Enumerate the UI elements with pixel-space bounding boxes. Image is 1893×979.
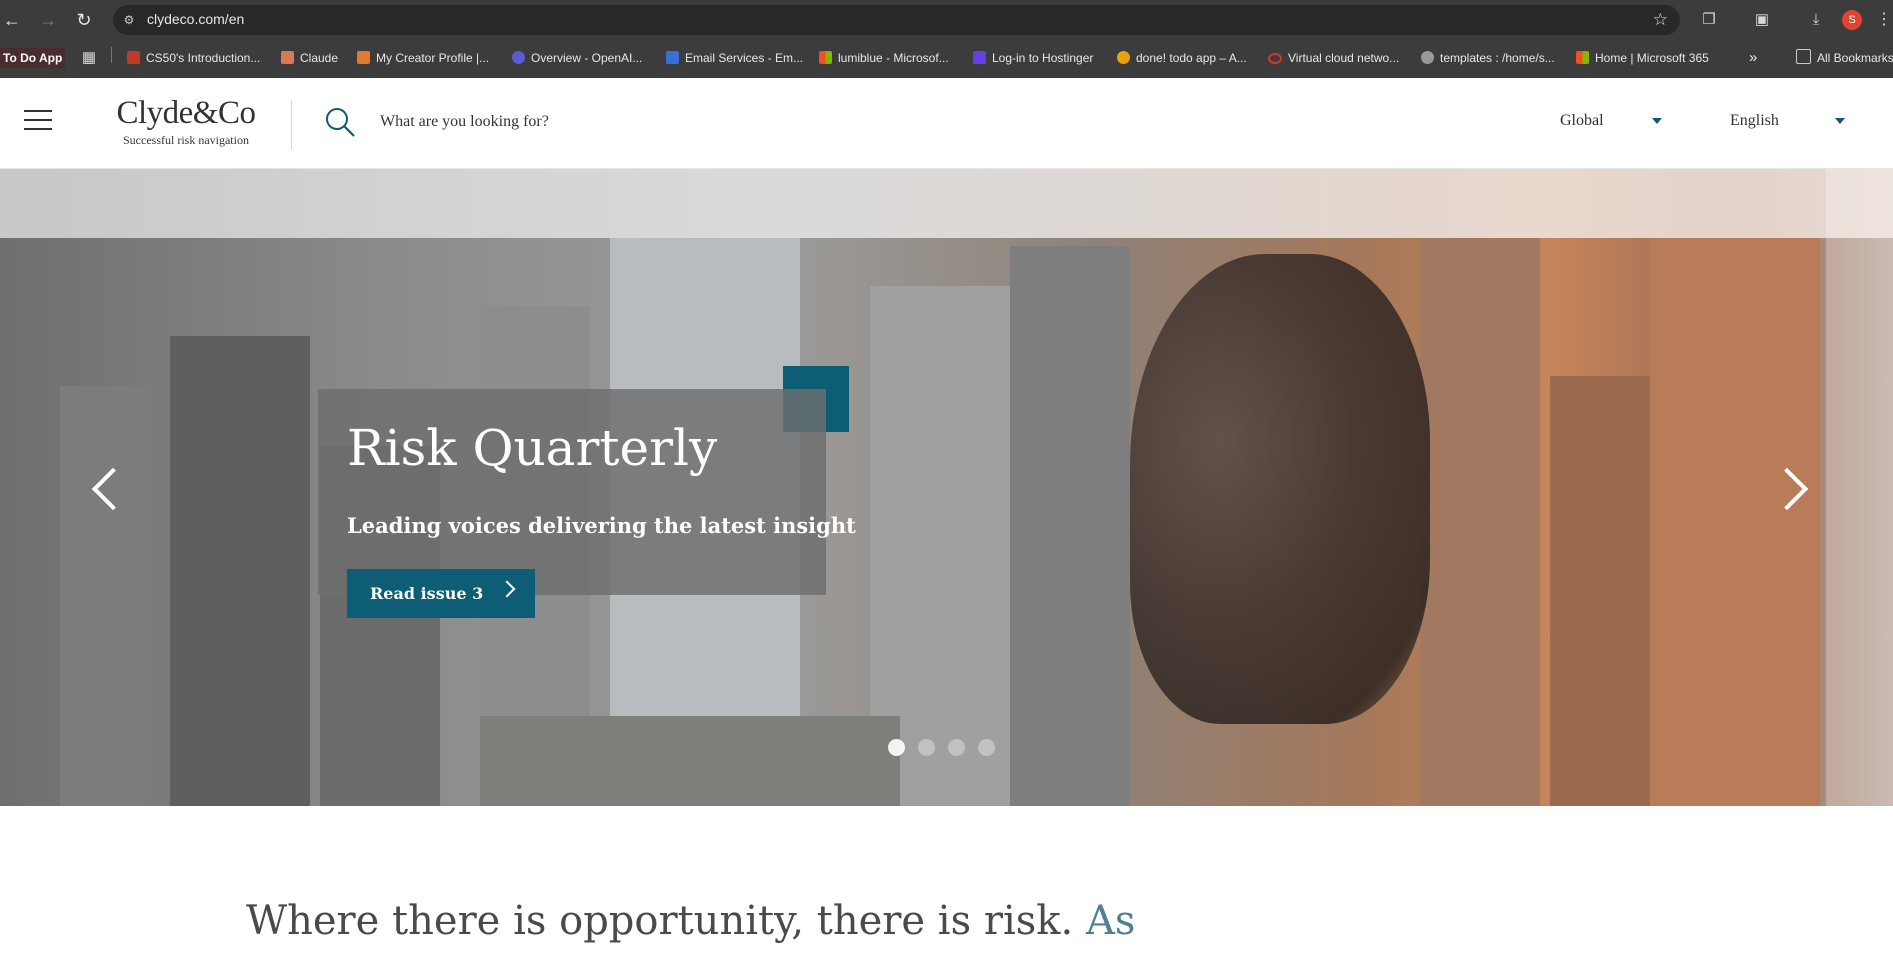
site-info-icon[interactable]: ⚙ xyxy=(121,12,137,28)
logo-tagline: Successful risk navigation xyxy=(123,133,249,147)
site-header: Clyde&Co Successful risk navigation Glob… xyxy=(0,78,1893,169)
more-bookmarks-icon[interactable]: » xyxy=(1749,48,1757,68)
search-icon[interactable] xyxy=(324,106,356,138)
chevron-down-icon xyxy=(1652,118,1662,124)
cast-icon[interactable]: ▣ xyxy=(1752,10,1772,30)
face-silhouette xyxy=(1130,254,1430,724)
bookmark-favicon-icon xyxy=(281,51,294,64)
skyline-building xyxy=(1650,238,1820,806)
hero-card: Risk Quarterly Leading voices delivering… xyxy=(318,389,856,595)
carousel-dot[interactable] xyxy=(918,739,935,756)
bookmark-claude[interactable]: Claude xyxy=(281,48,338,68)
bookmark-label: Email Services - Em... xyxy=(685,51,804,65)
logo[interactable]: Clyde&Co Successful risk navigation xyxy=(106,96,266,148)
bookmark-favicon-icon xyxy=(127,51,140,64)
skyline-building xyxy=(1010,246,1130,806)
logo-brand: Clyde&Co xyxy=(116,95,256,131)
language-select[interactable]: English xyxy=(1730,112,1845,130)
skyline-building xyxy=(1420,238,1540,806)
header-divider xyxy=(291,100,292,150)
hero-carousel: Risk Quarterly Leading voices delivering… xyxy=(0,169,1893,806)
back-arrow-icon[interactable]: ← xyxy=(0,8,24,32)
bookmark-favicon-icon xyxy=(1576,51,1589,64)
skyline-building xyxy=(60,386,150,806)
bookmark-templates[interactable]: templates : /home/s... xyxy=(1421,48,1555,68)
bookmark-email-services[interactable]: Email Services - Em... xyxy=(666,48,803,68)
bookmark-creator-profile[interactable]: My Creator Profile |... xyxy=(357,48,489,68)
bookmark-favicon-icon xyxy=(1421,51,1434,64)
extensions-icon[interactable]: ❐ xyxy=(1699,10,1719,30)
bookmark-label: CS50's Introduction... xyxy=(146,51,261,65)
intro-accent-text: As xyxy=(1085,898,1136,944)
forward-arrow-icon[interactable]: → xyxy=(36,8,60,32)
bookmark-favicon-icon xyxy=(357,51,370,64)
hero-subtitle: Leading voices delivering the latest ins… xyxy=(347,513,856,538)
all-bookmarks-label: All Bookmarks xyxy=(1817,51,1893,65)
bookmark-label: Log-in to Hostinger xyxy=(992,51,1094,65)
browser-menu-icon[interactable]: ⋮ xyxy=(1876,9,1892,29)
bookmark-star-icon[interactable]: ☆ xyxy=(1653,10,1668,30)
region-value: Global xyxy=(1560,112,1604,129)
address-bar[interactable]: ⚙ clydeco.com/en ☆ xyxy=(113,5,1680,35)
bookmark-label: Overview - OpenAI... xyxy=(531,51,643,65)
bookmark-todo-app[interactable]: done! todo app – A... xyxy=(1117,48,1247,68)
download-icon[interactable]: ⤓ xyxy=(1806,10,1826,30)
apps-grid-icon[interactable]: ▦ xyxy=(79,48,99,68)
bookmark-favicon-icon xyxy=(973,51,986,64)
chevron-down-icon xyxy=(1835,118,1845,124)
menu-icon[interactable] xyxy=(24,110,52,132)
carousel-dot[interactable] xyxy=(948,739,965,756)
bookmark-openai[interactable]: Overview - OpenAI... xyxy=(512,48,642,68)
bookmark-label: done! todo app – A... xyxy=(1136,51,1247,65)
bookmark-label: Home | Microsoft 365 xyxy=(1595,51,1709,65)
carousel-dot[interactable] xyxy=(978,739,995,756)
read-issue-button[interactable]: Read issue 3 xyxy=(347,569,535,618)
bookmark-label: templates : /home/s... xyxy=(1440,51,1555,65)
region-select[interactable]: Global xyxy=(1560,112,1670,130)
bookmark-label: My Creator Profile |... xyxy=(376,51,490,65)
hero-title: Risk Quarterly xyxy=(347,419,718,477)
bookmark-virtual-cloud[interactable]: Virtual cloud netwo... xyxy=(1268,48,1399,68)
reload-icon[interactable]: ↻ xyxy=(72,8,96,32)
bookmark-to-do-app[interactable]: To Do App xyxy=(0,48,66,68)
carousel-dot[interactable] xyxy=(888,739,905,756)
hero-top-strip xyxy=(0,169,1893,238)
skyline-rooftop xyxy=(480,716,900,806)
bookmark-favicon-icon xyxy=(1268,53,1282,64)
bookmark-hostinger[interactable]: Log-in to Hostinger xyxy=(973,48,1093,68)
language-value: English xyxy=(1730,112,1779,129)
bookmark-label: Virtual cloud netwo... xyxy=(1288,51,1400,65)
bookmark-microsoft-365[interactable]: Home | Microsoft 365 xyxy=(1576,48,1709,68)
bookmark-label: lumiblue - Microsof... xyxy=(838,51,949,65)
all-bookmarks[interactable]: All Bookmarks xyxy=(1796,48,1893,68)
bookmark-separator xyxy=(111,47,112,63)
bookmark-lumiblue[interactable]: lumiblue - Microsof... xyxy=(819,48,949,68)
chevron-right-icon xyxy=(498,580,516,598)
bookmark-favicon-icon xyxy=(512,51,525,64)
search-input[interactable] xyxy=(378,108,902,136)
bookmark-favicon-icon xyxy=(1117,51,1130,64)
bookmark-favicon-icon xyxy=(819,51,832,64)
read-issue-label: Read issue 3 xyxy=(370,584,484,603)
url-text[interactable]: clydeco.com/en xyxy=(147,11,244,27)
browser-toolbar: ← → ↻ ⚙ clydeco.com/en ☆ ❐ ▣ ⤓ S ⋮ xyxy=(0,0,1893,40)
skyline-building xyxy=(170,336,310,806)
bookmark-favicon-icon xyxy=(666,51,679,64)
bookmark-cs50[interactable]: CS50's Introduction... xyxy=(127,48,260,68)
profile-avatar[interactable]: S xyxy=(1842,10,1862,30)
intro-statement: Where there is opportunity, there is ris… xyxy=(246,893,1646,949)
hero-edge xyxy=(1826,169,1893,806)
folder-icon xyxy=(1796,49,1811,64)
intro-text: Where there is opportunity, there is ris… xyxy=(246,898,1074,944)
bookmark-label: Claude xyxy=(300,51,339,65)
